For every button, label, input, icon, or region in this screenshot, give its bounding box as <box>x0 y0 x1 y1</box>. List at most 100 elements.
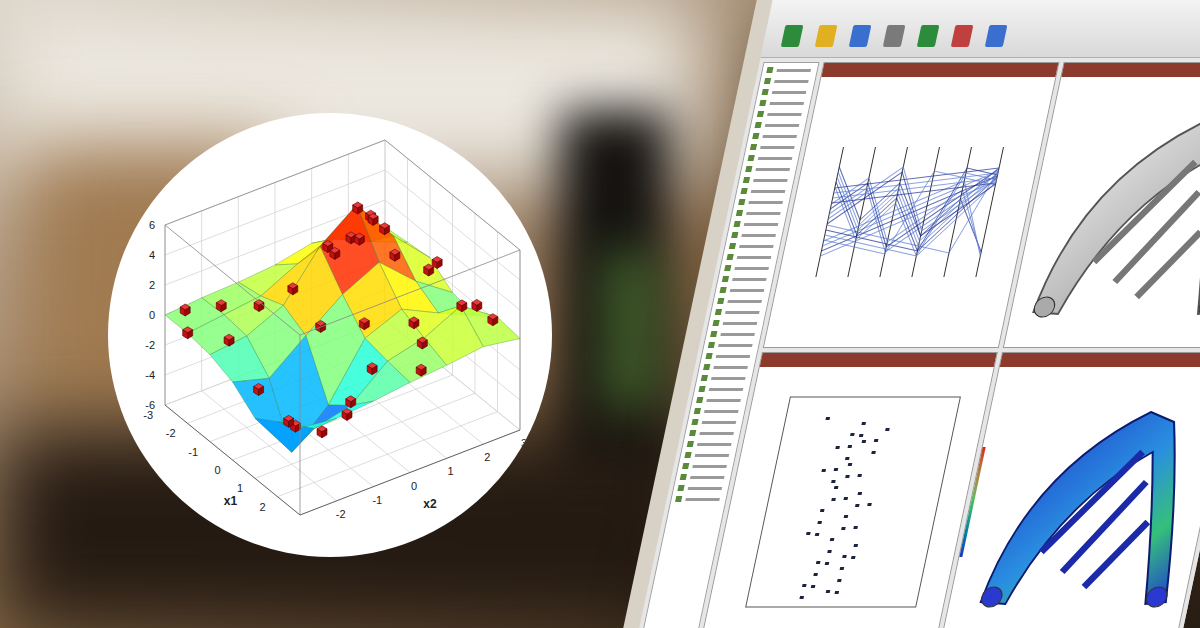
gridline <box>300 430 520 515</box>
tree-item[interactable] <box>682 463 729 469</box>
tree-item[interactable] <box>726 254 773 260</box>
data-point <box>390 249 400 261</box>
box-edge <box>520 250 521 430</box>
toolbar-icon[interactable] <box>778 23 806 49</box>
z-tick-label: 0 <box>149 309 155 321</box>
gridline <box>385 140 520 250</box>
hero-image: 6420-2-4-6-3-2-1012x1-2-10123x2 <box>0 0 1200 628</box>
tree-item[interactable] <box>750 144 797 150</box>
tree-item[interactable] <box>752 133 799 139</box>
data-point <box>254 383 264 395</box>
x1-tick-label: -1 <box>188 446 198 458</box>
z-tick-label: 2 <box>149 279 155 291</box>
data-point <box>354 233 364 245</box>
data-point <box>224 334 234 346</box>
z-tick-label: 6 <box>149 219 155 231</box>
data-point <box>380 223 390 235</box>
tree-item[interactable] <box>705 353 752 359</box>
data-point <box>180 304 190 316</box>
x2-tick-label: 0 <box>411 480 417 492</box>
data-point <box>457 300 467 312</box>
tree-item[interactable] <box>712 320 759 326</box>
toolbar-icon[interactable] <box>846 23 874 49</box>
tree-item[interactable] <box>733 221 780 227</box>
tree-item[interactable] <box>703 364 750 370</box>
data-point <box>367 363 377 375</box>
box-edge <box>300 250 520 335</box>
tree-item[interactable] <box>743 177 790 183</box>
tree-item[interactable] <box>677 485 724 491</box>
tree-item[interactable] <box>755 122 802 128</box>
tree-item[interactable] <box>698 386 745 392</box>
data-point <box>353 202 363 214</box>
x1-tick-label: 1 <box>237 482 243 494</box>
tree-item[interactable] <box>689 430 736 436</box>
tree-item[interactable] <box>717 298 764 304</box>
tree-item[interactable] <box>691 419 738 425</box>
surface-patch <box>255 418 314 452</box>
data-point <box>346 396 356 408</box>
x1-tick-label: 2 <box>259 501 265 513</box>
x2-tick-label: 3 <box>521 437 527 449</box>
x2-tick-label: 1 <box>448 465 454 477</box>
tree-item[interactable] <box>715 309 762 315</box>
box-edge <box>165 140 385 225</box>
box-edge <box>165 225 166 405</box>
tree-item[interactable] <box>738 199 785 205</box>
toolbar-icon[interactable] <box>982 23 1010 49</box>
tree-item[interactable] <box>766 67 813 73</box>
tree-item[interactable] <box>736 210 783 216</box>
tree-item[interactable] <box>696 397 743 403</box>
toolbar-icon[interactable] <box>812 23 840 49</box>
tree-item[interactable] <box>729 243 776 249</box>
tree-item[interactable] <box>722 276 769 282</box>
tree-item[interactable] <box>764 78 811 84</box>
toolbar-icon[interactable] <box>914 23 942 49</box>
chart-circle: 6420-2-4-6-3-2-1012x1-2-10123x2 <box>108 113 552 557</box>
parallel-coordinates-plot <box>792 127 1028 297</box>
tree-item[interactable] <box>741 188 788 194</box>
x1-tick-label: 0 <box>214 464 220 476</box>
floor-gridlines <box>188 158 408 501</box>
floor-gridlines <box>210 177 430 487</box>
toolbar-icon[interactable] <box>948 23 976 49</box>
tree-item[interactable] <box>687 441 734 447</box>
surface-patch <box>292 405 351 452</box>
x2-tick-label: 2 <box>484 451 490 463</box>
tree-item[interactable] <box>708 342 755 348</box>
monitor <box>619 0 1200 628</box>
tree-item[interactable] <box>719 287 766 293</box>
box-edge <box>300 430 520 515</box>
panel-header <box>821 63 1058 77</box>
tree-item[interactable] <box>675 496 722 502</box>
tree-item[interactable] <box>684 452 731 458</box>
tree-item[interactable] <box>701 375 748 381</box>
tree-item[interactable] <box>710 331 757 337</box>
tree-item[interactable] <box>694 408 741 414</box>
tree-item[interactable] <box>680 474 727 480</box>
floor-gridlines <box>300 140 520 515</box>
data-point <box>342 408 352 420</box>
x1-axis-label: x1 <box>224 494 238 508</box>
data-point <box>359 318 369 330</box>
data-point <box>488 314 498 326</box>
floor-gridlines <box>278 154 498 497</box>
z-tick-label: -2 <box>145 339 155 351</box>
tree-item[interactable] <box>762 89 809 95</box>
data-point <box>409 317 419 329</box>
toolbar-icon[interactable] <box>880 23 908 49</box>
x2-tick-label: -1 <box>372 494 382 506</box>
stress-bracket-icon <box>957 382 1200 622</box>
tree-item[interactable] <box>731 232 778 238</box>
tree-item[interactable] <box>748 155 795 161</box>
data-point <box>284 415 294 427</box>
gridline <box>165 225 166 405</box>
surface-patch <box>351 361 410 405</box>
data-point <box>417 337 427 349</box>
tree-item[interactable] <box>759 100 806 106</box>
tree-item[interactable] <box>745 166 792 172</box>
tree-item[interactable] <box>757 111 804 117</box>
box-edge <box>165 225 300 335</box>
tree-item[interactable] <box>724 265 771 271</box>
data-point <box>216 300 226 312</box>
